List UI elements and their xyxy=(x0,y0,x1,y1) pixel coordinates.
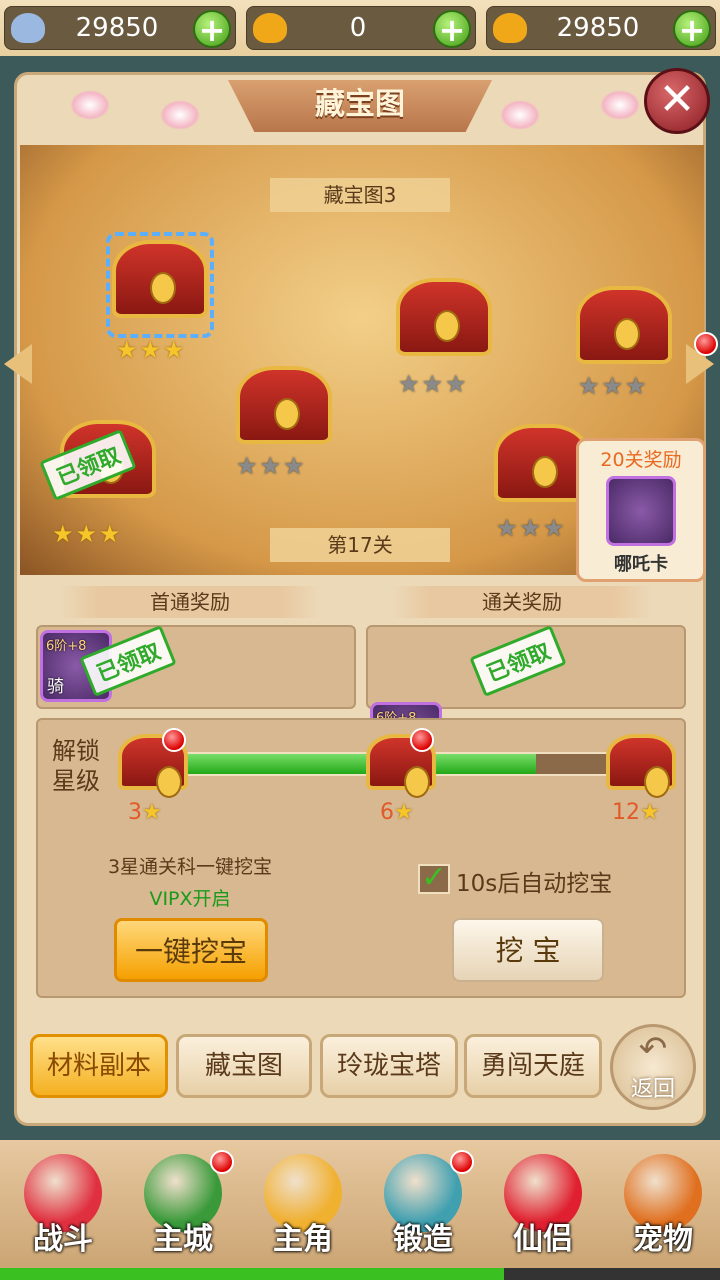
milestone-3: 3★ xyxy=(128,800,162,825)
bonus-item-name: 哪吒卡 xyxy=(614,554,668,575)
notification-dot-icon xyxy=(210,1150,234,1174)
chest-3-stars: ★ ★ ★ xyxy=(236,452,305,480)
chest-4-stars: ★ ★ ★ xyxy=(398,370,467,398)
map-name: 藏宝图3 xyxy=(270,178,450,212)
chest-6-stars: ★ ★ ★ xyxy=(578,372,647,400)
silver-ingot-icon xyxy=(11,13,45,43)
nav-item-0[interactable]: 战斗 xyxy=(8,1150,118,1266)
unlock-label: 解锁 星级 xyxy=(52,737,100,795)
star-progress-fill xyxy=(182,754,536,774)
notification-dot-icon xyxy=(450,1150,474,1174)
gold-ingot-icon xyxy=(493,13,527,43)
chest-2[interactable] xyxy=(112,240,208,318)
gold-ingot-icon xyxy=(253,13,287,43)
bonus-title: 20关奖励 xyxy=(600,449,682,471)
currency-silver: 29850 + xyxy=(4,6,236,50)
notification-dot-icon xyxy=(410,728,434,752)
vip-hint: VIPX开启 xyxy=(149,888,231,910)
milestone-12: 12★ xyxy=(612,800,660,825)
chest-3[interactable] xyxy=(236,366,332,444)
clear-reward-title: 通关奖励 xyxy=(392,586,652,618)
chest-6[interactable] xyxy=(576,286,672,364)
exp-bar xyxy=(0,1268,720,1280)
stage-20-reward[interactable]: 20关奖励 哪吒卡 xyxy=(576,438,706,582)
chest-4[interactable] xyxy=(396,278,492,356)
blossom-decoration xyxy=(600,90,640,120)
chest-2-stars: ★ ★ ★ xyxy=(116,336,185,364)
chest-1-stars: ★ ★ ★ xyxy=(52,520,121,548)
back-button[interactable]: ↶ 返回 xyxy=(610,1024,696,1110)
chest-5-stars: ★ ★ ★ xyxy=(496,514,565,542)
dig-button[interactable]: 挖 宝 xyxy=(452,918,604,982)
tab-treasure-map[interactable]: 藏宝图 xyxy=(176,1034,312,1098)
currency-gold-2: 29850 + xyxy=(486,6,716,50)
blossom-decoration xyxy=(500,100,540,130)
tab-tower[interactable]: 玲珑宝塔 xyxy=(320,1034,458,1098)
onekey-dig-button[interactable]: 一键挖宝 xyxy=(114,918,268,982)
currency-gold: 0 + xyxy=(246,6,476,50)
add-gold-2-button[interactable]: + xyxy=(673,10,711,48)
nav-item-2[interactable]: 主角 xyxy=(248,1150,358,1266)
milestone-chest-12[interactable] xyxy=(606,734,676,798)
add-gold-button[interactable]: + xyxy=(433,10,471,48)
tab-materials[interactable]: 材料副本 xyxy=(30,1034,168,1098)
auto-dig-label: 10s后自动挖宝 xyxy=(456,871,613,897)
nav-item-3[interactable]: 锻造 xyxy=(368,1150,478,1266)
close-button[interactable]: ✕ xyxy=(644,68,710,134)
notification-dot-icon xyxy=(694,332,718,356)
milestone-6: 6★ xyxy=(380,800,414,825)
back-arrow-icon: ↶ xyxy=(638,1029,668,1069)
first-clear-title: 首通奖励 xyxy=(60,586,320,618)
prev-map-arrow-icon[interactable] xyxy=(4,344,32,384)
stage-label: 第17关 xyxy=(270,528,450,562)
tab-heaven[interactable]: 勇闯天庭 xyxy=(464,1034,602,1098)
nav-item-4[interactable]: 仙侣 xyxy=(488,1150,598,1266)
nezha-card-icon xyxy=(606,476,676,546)
blossom-decoration xyxy=(70,90,110,120)
panel-title: 藏宝图 xyxy=(228,80,492,132)
blossom-decoration xyxy=(160,100,200,130)
add-silver-button[interactable]: + xyxy=(193,10,231,48)
notification-dot-icon xyxy=(162,728,186,752)
onekey-hint: 3星通关科一键挖宝 xyxy=(107,856,273,878)
nav-item-5[interactable]: 宠物 xyxy=(608,1150,718,1266)
auto-dig-checkbox[interactable]: ✓ xyxy=(418,863,450,894)
nav-item-1[interactable]: 主城 xyxy=(128,1150,238,1266)
